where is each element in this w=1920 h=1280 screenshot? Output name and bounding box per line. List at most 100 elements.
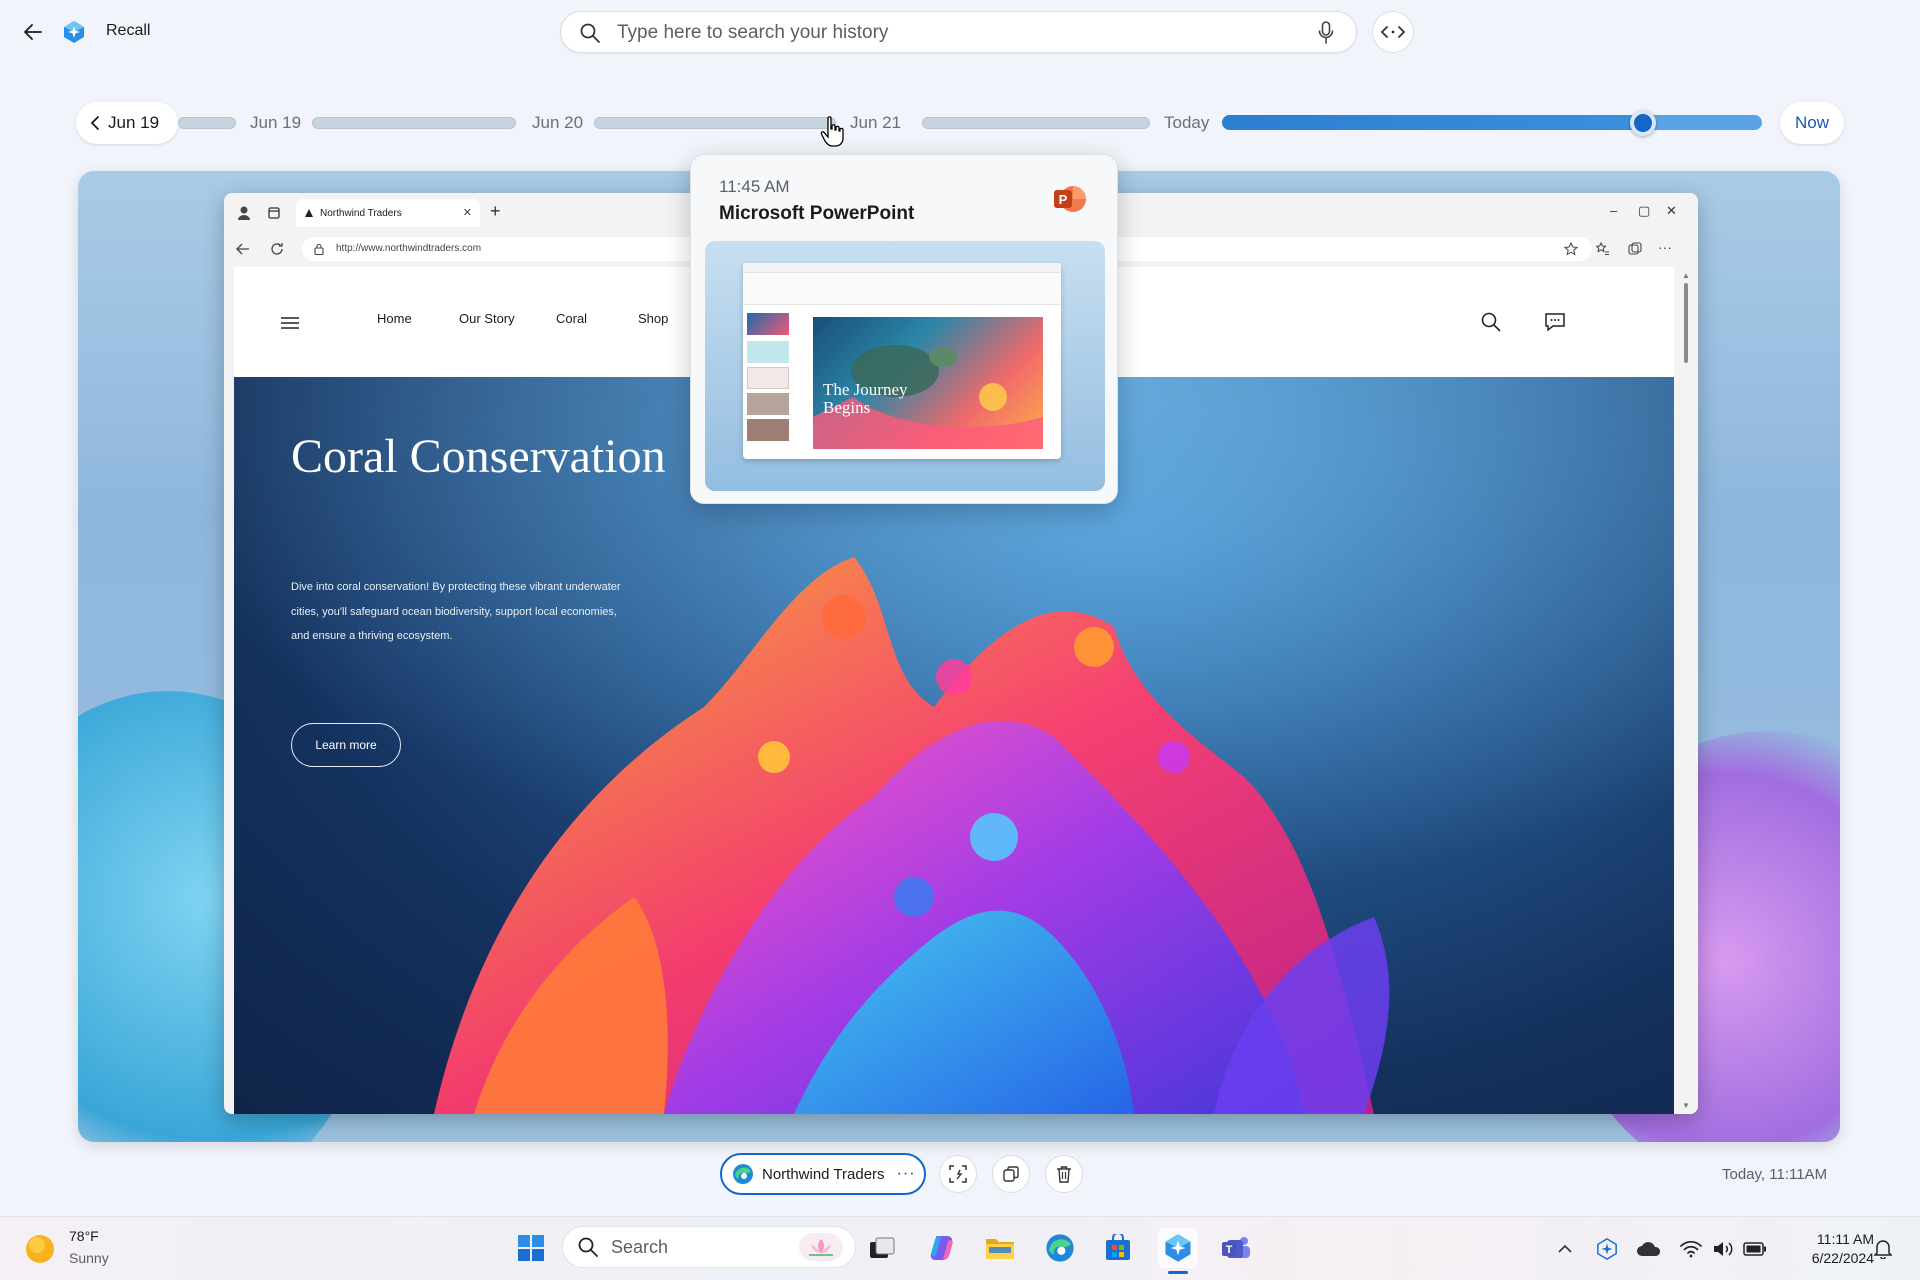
back-button[interactable]: [18, 18, 48, 46]
lock-icon: [314, 243, 324, 255]
timeline-label: Jun 19: [250, 113, 302, 132]
learn-more-button[interactable]: Learn more: [291, 723, 401, 767]
file-explorer-button[interactable]: [980, 1228, 1020, 1268]
timeline-preview-popup[interactable]: 11:45 AM Microsoft PowerPoint P The Jour…: [690, 154, 1118, 504]
timeline-segment[interactable]: [178, 117, 236, 129]
timeline-slider-thumb[interactable]: [1630, 110, 1656, 136]
minimize-icon[interactable]: –: [1610, 203, 1617, 218]
folder-icon: [986, 1239, 1014, 1259]
volume-icon[interactable]: [1710, 1236, 1736, 1262]
collections-icon[interactable]: [1628, 242, 1642, 256]
tab-actions-icon[interactable]: [268, 207, 280, 219]
app-title: Recall: [106, 22, 151, 39]
slide-thumbnail: [747, 313, 789, 335]
timeline-track-remaining[interactable]: [1643, 115, 1762, 130]
trash-icon: [1057, 1166, 1071, 1183]
edge-browser-icon: [1046, 1234, 1074, 1262]
scroll-down-icon[interactable]: ▼: [1682, 1101, 1690, 1110]
onedrive-cloud-icon[interactable]: [1636, 1236, 1662, 1262]
chevron-left-icon: [90, 116, 99, 130]
history-search-box[interactable]: [560, 11, 1357, 53]
copilot-button[interactable]: [922, 1228, 962, 1268]
snapshot-timestamp: Today, 11:11AM: [1722, 1166, 1828, 1183]
task-view-button[interactable]: [862, 1228, 902, 1268]
app-bar: Recall: [0, 0, 1920, 64]
teams-button[interactable]: T: [1216, 1228, 1256, 1268]
previous-day-button[interactable]: Jun 19: [76, 102, 178, 144]
site-search-icon[interactable]: [1480, 311, 1502, 333]
weather-condition[interactable]: Sunny: [69, 1250, 109, 1266]
history-search-input[interactable]: [617, 20, 1277, 46]
clock-time[interactable]: 11:11 AM: [1794, 1231, 1874, 1247]
browser-scrollbar[interactable]: ▲ ▼: [1674, 267, 1698, 1114]
hero-title: Coral Conservation: [291, 430, 666, 483]
store-icon: [1106, 1234, 1130, 1260]
slide-thumbnail: [747, 341, 789, 363]
previous-day-label: Jun 19: [108, 113, 160, 132]
scrollbar-thumb[interactable]: [1684, 283, 1688, 363]
timeline-segment[interactable]: [312, 117, 516, 129]
recall-taskbar-button[interactable]: [1158, 1228, 1198, 1268]
recall-tray-icon[interactable]: [1594, 1236, 1620, 1262]
edge-browser-icon: [733, 1164, 753, 1184]
weather-temperature[interactable]: 78°F: [69, 1228, 99, 1244]
slide-thumbnail: [747, 393, 789, 415]
task-view-icon: [870, 1237, 895, 1258]
code-brackets-icon: [1381, 26, 1405, 38]
windows-logo-icon: [518, 1235, 544, 1261]
microphone-icon[interactable]: [1318, 21, 1334, 45]
close-tab-icon[interactable]: ✕: [463, 206, 472, 219]
nav-home[interactable]: Home: [377, 311, 412, 326]
new-tab-icon[interactable]: +: [490, 201, 501, 222]
taskbar-search[interactable]: Search: [562, 1226, 856, 1268]
now-button[interactable]: Now: [1780, 102, 1844, 144]
start-button[interactable]: [511, 1228, 551, 1268]
more-options-icon[interactable]: ···: [1658, 239, 1672, 255]
hand-cursor-icon: [820, 116, 844, 147]
taskbar-search-label: Search: [611, 1236, 669, 1257]
timeline-label: Today: [1164, 113, 1210, 132]
sunny-weather-icon[interactable]: [24, 1233, 56, 1265]
more-options-icon[interactable]: ···: [897, 1165, 916, 1183]
edge-button[interactable]: [1040, 1228, 1080, 1268]
favorites-icon[interactable]: [1596, 242, 1610, 256]
slide-title-text: The Journey Begins: [823, 380, 908, 417]
delete-button[interactable]: [1045, 1155, 1083, 1193]
browser-tab[interactable]: Northwind Traders ✕: [296, 199, 480, 227]
browser-back-icon[interactable]: [236, 243, 250, 255]
profile-avatar-icon[interactable]: [236, 205, 252, 221]
microsoft-store-button[interactable]: [1098, 1228, 1138, 1268]
scroll-up-icon[interactable]: ▲: [1682, 271, 1690, 280]
timeline-label: Jun 20: [532, 113, 584, 132]
chat-icon[interactable]: [1544, 311, 1566, 333]
back-arrow-icon: [24, 24, 42, 40]
ppt-ribbon: [743, 273, 1061, 305]
clock-date[interactable]: 6/22/2024: [1786, 1250, 1874, 1266]
timeline-segment[interactable]: [922, 117, 1150, 129]
nav-shop[interactable]: Shop: [638, 311, 668, 326]
nav-coral[interactable]: Coral: [556, 311, 587, 326]
close-window-icon[interactable]: ✕: [1666, 203, 1677, 219]
add-favorite-icon[interactable]: [1564, 242, 1578, 256]
click-to-do-button[interactable]: [939, 1155, 977, 1193]
copy-icon: [1003, 1166, 1019, 1182]
recall-logo-icon: [1165, 1234, 1191, 1262]
wifi-icon[interactable]: [1678, 1236, 1704, 1262]
hamburger-menu-icon[interactable]: [280, 316, 300, 330]
search-icon: [580, 23, 600, 43]
copy-button[interactable]: [992, 1155, 1030, 1193]
timeline-active-track[interactable]: [1222, 115, 1643, 130]
show-hidden-icons-chevron-icon[interactable]: [1552, 1236, 1578, 1262]
source-app-label: Northwind Traders: [762, 1165, 885, 1183]
notifications-bell-icon[interactable]: [1870, 1236, 1896, 1262]
site-favicon-icon: [305, 209, 313, 217]
maximize-icon[interactable]: ▢: [1638, 203, 1650, 219]
active-app-indicator: [1168, 1271, 1188, 1274]
nav-our-story[interactable]: Our Story: [459, 311, 515, 326]
refresh-icon[interactable]: [270, 242, 284, 256]
source-app-chip[interactable]: Northwind Traders ···: [720, 1153, 926, 1195]
slide-canvas: The Journey Begins: [813, 317, 1043, 449]
code-view-button[interactable]: [1372, 11, 1414, 53]
timeline-segment[interactable]: [594, 117, 836, 129]
battery-icon[interactable]: [1742, 1236, 1768, 1262]
